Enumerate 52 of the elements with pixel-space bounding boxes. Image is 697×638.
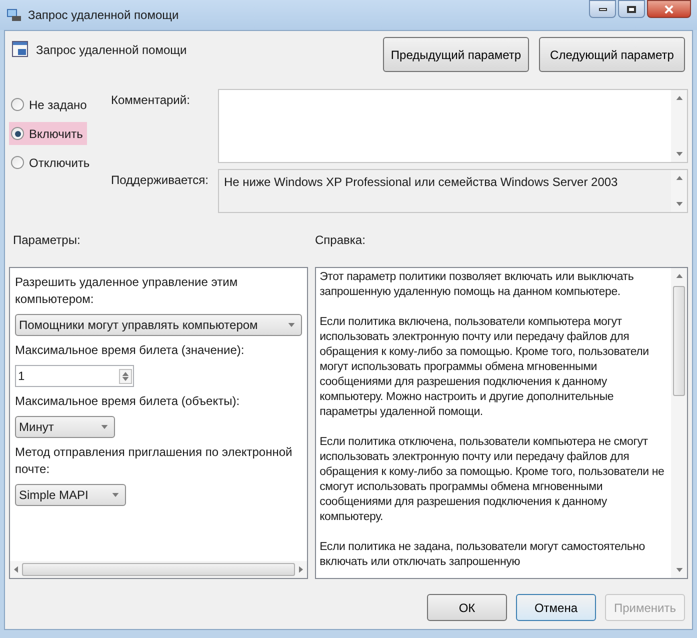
radio-option[interactable]: Не задано xyxy=(9,93,91,116)
scroll-up-icon[interactable] xyxy=(676,274,682,278)
comment-field[interactable] xyxy=(218,89,688,163)
window-title: Запрос удаленной помощи xyxy=(28,7,179,24)
dialog-button[interactable]: Предыдущий параметр xyxy=(383,37,529,72)
scrollbar[interactable] xyxy=(671,170,687,212)
supported-label: Поддерживается: xyxy=(111,172,210,189)
policy-icon xyxy=(12,41,28,57)
dialog-button[interactable]: Отмена xyxy=(516,594,596,621)
scroll-thumb[interactable] xyxy=(673,286,685,396)
option-label: Максимальное время билета (объекты): xyxy=(15,393,241,410)
option-label: Максимальное время билета (значение): xyxy=(15,342,246,359)
comment-label: Комментарий: xyxy=(111,92,191,109)
scroll-left-icon[interactable] xyxy=(14,566,18,573)
scroll-up-icon[interactable] xyxy=(676,176,682,180)
spin-up-icon[interactable] xyxy=(122,372,129,376)
dropdown[interactable]: Simple MAPI xyxy=(15,484,126,506)
help-paragraph: Этот параметр политики позволяет включать или выключать запрошенную удаленную помощь на данном компьютере. xyxy=(320,270,635,300)
number-spinner[interactable]: 1 xyxy=(15,365,134,387)
help-paragraph: Если политика включена, пользователи компьютера могут использовать электронную почту или передачу файлов для обращения к кому-либо за помощью. Кроме того, пользователи могут использовать программы обмена мгновенными сообщениями для разрешения подключения к данному компьютеру. Можно настроить и другие дополнительные параметры удаленной помощи. xyxy=(320,315,650,420)
close-icon[interactable] xyxy=(664,4,674,14)
radio-option[interactable]: Включить xyxy=(9,122,87,145)
option-label: Разрешить удаленное управление этим компьютером: xyxy=(15,274,239,308)
supported-text: Не ниже Windows XP Professional или семейства Windows Server 2003 xyxy=(223,174,619,191)
options-label: Параметры: xyxy=(12,232,82,249)
close-button[interactable] xyxy=(647,0,691,18)
scroll-up-icon[interactable] xyxy=(676,96,682,100)
dialog-button[interactable]: Следующий параметр xyxy=(539,37,685,72)
option-label: Метод отправления приглашения по электронной почте: xyxy=(15,444,294,478)
scroll-thumb[interactable] xyxy=(22,563,295,576)
scroll-down-icon[interactable] xyxy=(676,152,682,156)
scrollbar[interactable] xyxy=(671,268,687,578)
scroll-right-icon[interactable] xyxy=(298,566,303,573)
radio-option[interactable]: Отключить xyxy=(9,151,94,174)
dropdown[interactable]: Помощники могут управлять компьютером xyxy=(15,314,302,336)
minimize-button[interactable] xyxy=(589,0,616,18)
policy-title: Запрос удаленной помощи xyxy=(36,42,187,59)
maximize-button[interactable] xyxy=(618,0,645,18)
scroll-down-icon[interactable] xyxy=(676,202,682,206)
spin-down-icon[interactable] xyxy=(122,376,129,380)
computer-icon xyxy=(6,7,22,23)
scrollbar[interactable] xyxy=(671,90,687,162)
dropdown-arrow-icon[interactable] xyxy=(288,323,295,327)
help-label: Справка: xyxy=(315,232,366,249)
dropdown-arrow-icon[interactable] xyxy=(101,425,108,429)
horizontal-scrollbar[interactable] xyxy=(10,561,307,578)
scroll-down-icon[interactable] xyxy=(676,568,682,572)
help-paragraph: Если политика не задана, пользователи могут самостоятельно включать или отключать запрошенную xyxy=(320,540,646,570)
dropdown-arrow-icon[interactable] xyxy=(112,493,120,497)
dropdown[interactable]: Минут xyxy=(15,416,115,438)
dialog-button[interactable]: ОК xyxy=(427,594,507,621)
help-paragraph: Если политика отключена, пользователи компьютера не смогут использовать электронную почту или передачу файлов для обращения к кому-либо за помощью. Кроме того, пользователи не смогут использовать программы обмена мгновенными сообщениями для разрешения подключения к данному компьютеру. xyxy=(320,435,666,525)
